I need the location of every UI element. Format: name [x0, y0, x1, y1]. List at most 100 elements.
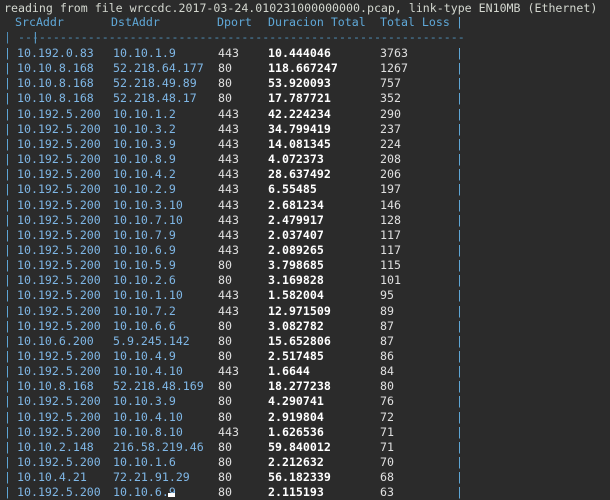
cell-dst: 5.9.245.142 [113, 333, 190, 348]
table-row: | 10.192.5.200 10.10.1.6 80 2.212632 70 | [0, 454, 610, 470]
cell-src: 10.192.5.200 [17, 136, 101, 151]
cell-dur: 2.479917 [268, 212, 324, 227]
cell-src: 10.192.5.200 [17, 242, 101, 257]
cell-port: 443 [218, 46, 239, 60]
row-pipe-left: | [4, 91, 11, 106]
cell-port: 443 [218, 167, 239, 182]
row-pipe-left: | [4, 333, 11, 348]
cell-dst: 216.58.219.46 [113, 439, 204, 454]
row-pipe-left: | [4, 424, 11, 439]
table-row: | 10.192.5.200 10.10.3.10 443 2.681234 146 | [0, 197, 610, 213]
row-pipe-left: | [4, 409, 11, 424]
cell-port: 443 [218, 227, 239, 242]
cell-dur: 1.582004 [268, 288, 324, 303]
cell-port: 443 [218, 182, 239, 197]
row-pipe-left: | [4, 349, 11, 363]
cell-dur: 10.444046 [268, 46, 331, 60]
cell-port: 443 [218, 303, 239, 318]
cell-dst: 10.10.4.10 [113, 364, 183, 379]
row-pipe-right: | [456, 227, 463, 242]
cell-dur: 1.626536 [268, 424, 324, 439]
cell-loss: 237 [380, 121, 401, 136]
row-pipe-right: | [456, 394, 463, 409]
cell-src: 10.10.2.148 [17, 439, 94, 454]
cell-loss: 63 [380, 485, 394, 500]
table-row: | 10.192.5.200 10.10.8.9 443 4.072373 208 | [0, 151, 610, 167]
header-port: Dport [217, 15, 252, 29]
table-row: | 10.192.5.200 10.10.3.2 443 34.799419 237 | [0, 121, 610, 137]
table-row: | 10.192.5.200 10.10.3.9 80 4.290741 76 | [0, 393, 610, 409]
cell-dst: 10.10.7.9 [113, 227, 176, 242]
header-dur: Duracion Total [268, 15, 366, 29]
row-pipe-left: | [4, 303, 11, 318]
cell-port: 80 [218, 76, 232, 91]
row-pipe-right: | [456, 485, 463, 500]
row-pipe-left: | [4, 76, 11, 91]
cell-src: 10.192.5.200 [17, 182, 101, 197]
cell-src: 10.192.5.200 [17, 167, 101, 182]
cell-port: 80 [218, 455, 232, 470]
cell-loss: 71 [380, 424, 394, 439]
row-pipe-right: | [456, 121, 463, 136]
cell-dst: 10.10.6.9 [113, 485, 176, 500]
cell-src: 10.192.5.200 [17, 273, 101, 288]
cell-port: 443 [218, 152, 239, 167]
cell-loss: 71 [380, 439, 394, 454]
cell-dur: 42.224234 [268, 106, 331, 121]
table-header: | SrcAddr DstAddr Dport Duracion Total T… [4, 15, 463, 44]
cell-loss: 72 [380, 409, 394, 424]
row-pipe-left: | [4, 106, 11, 121]
row-pipe-left: | [4, 394, 11, 409]
cell-dur: 2.089265 [268, 242, 324, 257]
cell-dst: 10.10.3.10 [113, 197, 183, 212]
cell-loss: 1267 [380, 61, 408, 76]
cell-dur: 118.667247 [268, 61, 338, 76]
row-pipe-right: | [456, 61, 463, 76]
row-pipe-right: | [456, 273, 463, 288]
table-row: | 10.10.4.21 72.21.91.29 80 56.182339 68 | [0, 469, 610, 485]
row-pipe-left: | [4, 470, 11, 485]
row-pipe-right: | [456, 152, 463, 167]
cell-src: 10.192.5.200 [17, 318, 101, 333]
row-pipe-right: | [456, 136, 463, 151]
row-pipe-left: | [4, 227, 11, 242]
cell-loss: 117 [380, 227, 401, 242]
row-pipe-left: | [4, 167, 11, 182]
cell-src: 10.192.5.200 [17, 197, 101, 212]
cell-loss: 117 [380, 242, 401, 257]
row-pipe-left: | [4, 439, 11, 454]
cell-dst: 10.10.4.2 [113, 167, 176, 182]
row-pipe-left: | [4, 46, 11, 60]
row-pipe-left: | [4, 182, 11, 197]
cell-loss: 87 [380, 318, 394, 333]
cell-dst: 52.218.49.89 [113, 76, 197, 91]
cell-port: 80 [218, 349, 232, 363]
cell-port: 443 [218, 288, 239, 303]
cell-dur: 2.212632 [268, 455, 324, 470]
cell-dst: 72.21.91.29 [113, 470, 190, 485]
cell-dur: 28.637492 [268, 167, 331, 182]
row-pipe-left: | [4, 136, 11, 151]
cell-src: 10.10.4.21 [17, 470, 87, 485]
table-row: | 10.192.5.200 10.10.7.10 443 2.479917 128 | [0, 212, 610, 228]
cell-dur: 34.799419 [268, 121, 331, 136]
table-row: | 10.192.5.200 10.10.7.9 443 2.037407 117 | [0, 227, 610, 243]
cell-dst: 10.10.1.10 [113, 288, 183, 303]
table-row: | 10.10.8.168 52.218.48.169 80 18.277238 80 | [0, 378, 610, 394]
cell-port: 80 [218, 485, 232, 500]
row-pipe-right: | [456, 349, 463, 363]
cell-port: 443 [218, 136, 239, 151]
table-row: | 10.10.8.168 52.218.48.17 80 17.787721 352 | [0, 90, 610, 106]
cell-src: 10.192.5.200 [17, 106, 101, 121]
table-row: | 10.192.5.200 10.10.2.9 443 6.55485 197 | [0, 181, 610, 197]
terminal-window[interactable]: reading from file wrccdc.2017-03-24.0102… [0, 0, 610, 500]
row-pipe-left: | [4, 258, 11, 273]
cell-dst: 10.10.8.9 [113, 152, 176, 167]
table-row: | 10.192.5.200 10.10.8.10 443 1.626536 71 | [0, 424, 610, 440]
row-pipe-right: | [456, 288, 463, 303]
cell-src: 10.192.5.200 [17, 394, 101, 409]
cell-loss: 224 [380, 136, 401, 151]
cell-dur: 56.182339 [268, 470, 331, 485]
table-row: | 10.192.5.200 10.10.2.6 80 3.169828 101 | [0, 272, 610, 288]
table-row: | 10.192.5.200 10.10.6.9 443 2.089265 117 | [0, 242, 610, 258]
